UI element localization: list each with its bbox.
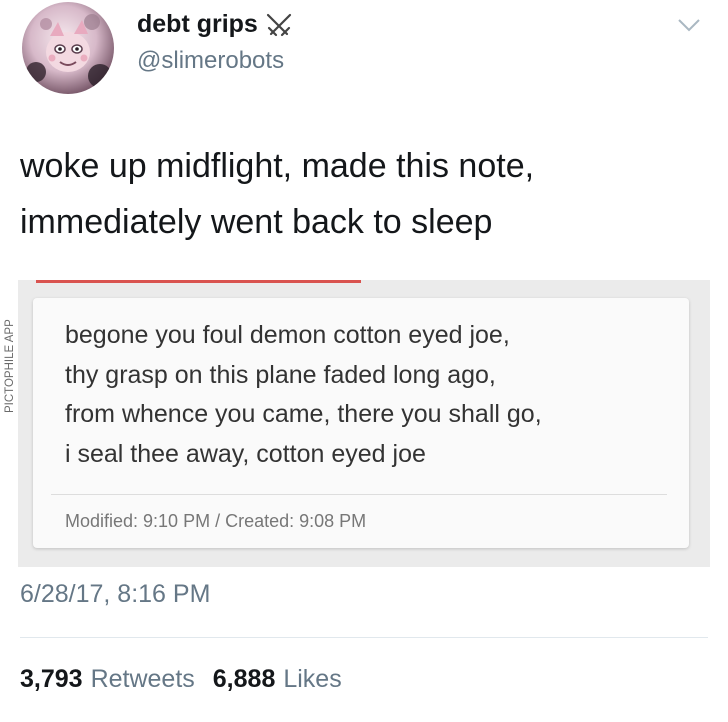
photo-accent-bar bbox=[36, 280, 361, 283]
display-name[interactable]: debt grips bbox=[137, 10, 293, 39]
crossed-swords-icon bbox=[266, 13, 291, 36]
tweet-screenshot: debt grips @slimerobots woke up midfligh… bbox=[0, 0, 728, 722]
tweet-menu-button[interactable] bbox=[674, 10, 704, 40]
note-body: begone you foul demon cotton eyed joe, t… bbox=[65, 316, 542, 474]
tweet-timestamp[interactable]: 6/28/17, 8:16 PM bbox=[20, 580, 210, 609]
tweet-text-line: woke up midflight, made this note, bbox=[20, 147, 535, 185]
watermark-text: PICTOPHILE APP bbox=[4, 319, 16, 413]
display-name-text: debt grips bbox=[137, 10, 258, 38]
likes-label: Likes bbox=[283, 665, 342, 693]
retweets-stat[interactable]: 3,793 Retweets bbox=[20, 665, 195, 694]
tweet-text-line: immediately went back to sleep bbox=[20, 203, 493, 241]
likes-stat[interactable]: 6,888 Likes bbox=[213, 665, 342, 694]
retweets-label: Retweets bbox=[90, 665, 195, 693]
note-line: thy grasp on this plane faded long ago, bbox=[65, 360, 496, 389]
note-divider bbox=[51, 494, 667, 495]
tweet-stats: 3,793 Retweets 6,888 Likes bbox=[20, 665, 342, 694]
retweets-count: 3,793 bbox=[20, 665, 83, 693]
chevron-down-icon bbox=[678, 19, 700, 32]
note-card: begone you foul demon cotton eyed joe, t… bbox=[33, 298, 689, 548]
user-handle[interactable]: @slimerobots bbox=[137, 47, 284, 75]
tweet-text: woke up midflight, made this note, immed… bbox=[20, 138, 710, 250]
note-line: begone you foul demon cotton eyed joe, bbox=[65, 321, 510, 349]
watermark: PICTOPHILE APP bbox=[4, 319, 16, 413]
divider bbox=[20, 637, 708, 638]
avatar-image bbox=[22, 2, 114, 94]
likes-count: 6,888 bbox=[212, 665, 276, 693]
avatar[interactable] bbox=[22, 2, 114, 94]
note-line: from whence you came, there you shall go… bbox=[65, 400, 542, 428]
note-line: i seal thee away, cotton eyed joe bbox=[65, 439, 426, 468]
note-meta: Modified: 9:10 PM / Created: 9:08 PM bbox=[65, 511, 367, 531]
